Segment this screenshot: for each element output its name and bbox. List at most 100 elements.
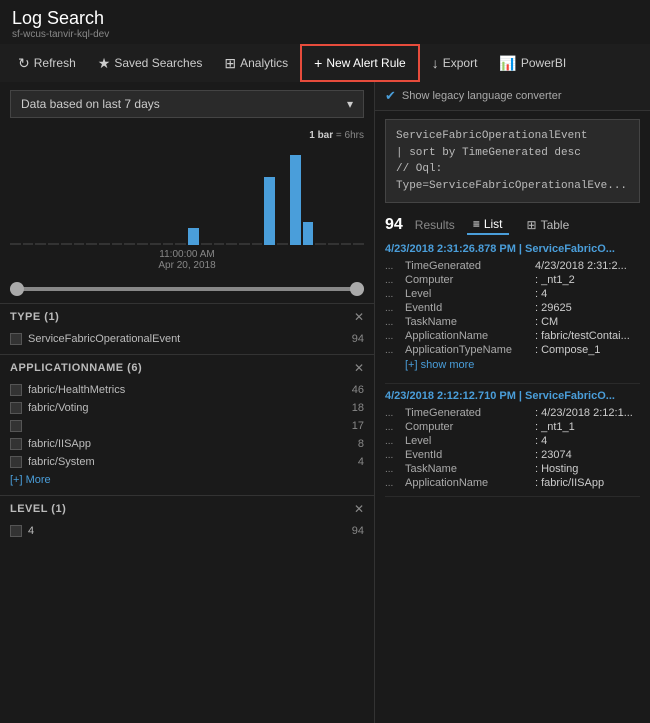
log-expand-icon[interactable]: ... (385, 450, 405, 461)
log-expand-icon[interactable]: ... (385, 303, 405, 314)
appname-filter-count: 17 (352, 420, 364, 432)
log-field-key: TimeGenerated (405, 260, 535, 272)
log-field-value: : 4 (535, 435, 547, 447)
chart-legend-text: = 6hrs (336, 130, 364, 141)
log-show-more[interactable]: [+] show more (385, 357, 640, 377)
log-expand-icon[interactable]: ... (385, 345, 405, 356)
chart-bar (35, 243, 46, 245)
log-expand-icon[interactable]: ... (385, 464, 405, 475)
appname-filter-close[interactable]: ✕ (354, 361, 364, 375)
time-slider[interactable] (0, 275, 374, 303)
chart-legend-bold: 1 bar (309, 130, 333, 141)
log-field-key: TaskName (405, 316, 535, 328)
chart-bar (341, 243, 352, 245)
level-filter-label: 4 (28, 525, 34, 537)
log-field-key: EventId (405, 302, 535, 314)
query-editor[interactable]: ServiceFabricOperationalEvent| sort by T… (385, 119, 640, 203)
tab-list[interactable]: ≡ List (467, 215, 509, 235)
chart-bar (201, 243, 212, 245)
log-field: ...TimeGenerated4/23/2018 2:31:2... (385, 259, 640, 273)
refresh-button[interactable]: ↻ Refresh (8, 44, 86, 82)
log-expand-icon[interactable]: ... (385, 317, 405, 328)
log-expand-icon[interactable]: ... (385, 478, 405, 489)
appname-filter-label: fabric/System (28, 456, 95, 468)
plus-icon: + (314, 55, 322, 71)
chart-bar (175, 243, 186, 245)
new-alert-label: New Alert Rule (326, 56, 405, 70)
appname-filter-count: 18 (352, 402, 364, 414)
type-filter-close[interactable]: ✕ (354, 310, 364, 324)
appname-filter-checkbox[interactable] (10, 420, 22, 432)
appname-filter-checkbox[interactable] (10, 402, 22, 414)
query-line: // Oql: Type=ServiceFabricOperationalEve… (396, 161, 629, 194)
log-expand-icon[interactable]: ... (385, 261, 405, 272)
star-icon: ★ (98, 55, 111, 72)
log-field-key: Level (405, 288, 535, 300)
legacy-check-icon: ✔ (385, 88, 396, 104)
log-expand-icon[interactable]: ... (385, 289, 405, 300)
log-expand-icon[interactable]: ... (385, 422, 405, 433)
results-count: 94 (385, 216, 403, 234)
level-filter-checkbox[interactable] (10, 525, 22, 537)
log-expand-icon[interactable]: ... (385, 408, 405, 419)
appname-filter-checkbox[interactable] (10, 384, 22, 396)
analytics-icon: ⊞ (224, 55, 236, 72)
log-field: ...ApplicationName: fabric/testContai... (385, 329, 640, 343)
chart-bar (277, 243, 288, 245)
appname-filter-item: fabric/HealthMetrics 46 (10, 381, 364, 399)
new-alert-button[interactable]: + New Alert Rule (300, 44, 420, 82)
type-filter-checkbox[interactable] (10, 333, 22, 345)
chart-bar (124, 243, 135, 245)
slider-left-thumb[interactable] (10, 282, 24, 296)
log-field: ...EventId: 29625 (385, 301, 640, 315)
saved-searches-button[interactable]: ★ Saved Searches (88, 44, 213, 82)
app-subtitle: sf-wcus-tanvir-kql-dev (12, 29, 638, 40)
log-field-value: : _nt1_2 (535, 274, 575, 286)
chart-xaxis: 11:00:00 AM Apr 20, 2018 (10, 249, 364, 275)
date-filter-label: Data based on last 7 days (21, 97, 160, 111)
level-filter-header: LEVEL (1) ✕ (10, 502, 364, 516)
appname-filter-checkbox[interactable] (10, 456, 22, 468)
log-field-key: EventId (405, 449, 535, 461)
level-filter-close[interactable]: ✕ (354, 502, 364, 516)
chart-bar (10, 243, 21, 245)
date-filter[interactable]: Data based on last 7 days ▾ (10, 90, 364, 118)
type-filter-item: ServiceFabricOperationalEvent 94 (10, 330, 364, 348)
chart-bar (112, 243, 123, 245)
chart-bar (188, 228, 199, 245)
appname-filter-label: fabric/IISApp (28, 438, 91, 450)
log-field: ...ApplicationTypeName: Compose_1 (385, 343, 640, 357)
log-field-value: : fabric/testContai... (535, 330, 630, 342)
log-expand-icon[interactable]: ... (385, 436, 405, 447)
appname-filter-checkbox[interactable] (10, 438, 22, 450)
analytics-button[interactable]: ⊞ Analytics (214, 44, 298, 82)
chart-bar (150, 243, 161, 245)
chart-bar (61, 243, 72, 245)
legacy-language-bar: ✔ Show legacy language converter (375, 82, 650, 111)
log-field: ...TimeGenerated: 4/23/2018 2:12:1... (385, 406, 640, 420)
export-button[interactable]: ↓ Export (422, 44, 488, 82)
powerbi-button[interactable]: 📊 PowerBI (489, 44, 576, 82)
chart-bar (214, 243, 225, 245)
appname-filter-item-left (10, 420, 28, 432)
appname-filter-items: fabric/HealthMetrics 46 fabric/Voting 18… (10, 381, 364, 471)
tab-table[interactable]: ⊞ Table (521, 216, 576, 234)
log-field-key: ApplicationTypeName (405, 344, 535, 356)
log-results: 4/23/2018 2:31:26.878 PM | ServiceFabric… (375, 243, 650, 723)
log-expand-icon[interactable]: ... (385, 331, 405, 342)
appname-filter-section: APPLICATIONNAME (6) ✕ fabric/HealthMetri… (0, 354, 374, 495)
chart-bars (10, 145, 364, 245)
appname-filter-item-left: fabric/IISApp (10, 438, 91, 450)
appname-filter-more[interactable]: [+] More (10, 471, 364, 489)
log-field-key: ApplicationName (405, 330, 535, 342)
appname-filter-label: fabric/Voting (28, 402, 89, 414)
log-field: ...TaskName: Hosting (385, 462, 640, 476)
appname-filter-item-left: fabric/HealthMetrics (10, 384, 125, 396)
appname-filter-item: fabric/IISApp 8 (10, 435, 364, 453)
log-entry-header[interactable]: 4/23/2018 2:12:12.710 PM | ServiceFabric… (385, 390, 640, 402)
log-expand-icon[interactable]: ... (385, 275, 405, 286)
list-icon: ≡ (473, 217, 480, 231)
log-entry-header[interactable]: 4/23/2018 2:31:26.878 PM | ServiceFabric… (385, 243, 640, 255)
slider-right-thumb[interactable] (350, 282, 364, 296)
log-field-value: : fabric/IISApp (535, 477, 604, 489)
